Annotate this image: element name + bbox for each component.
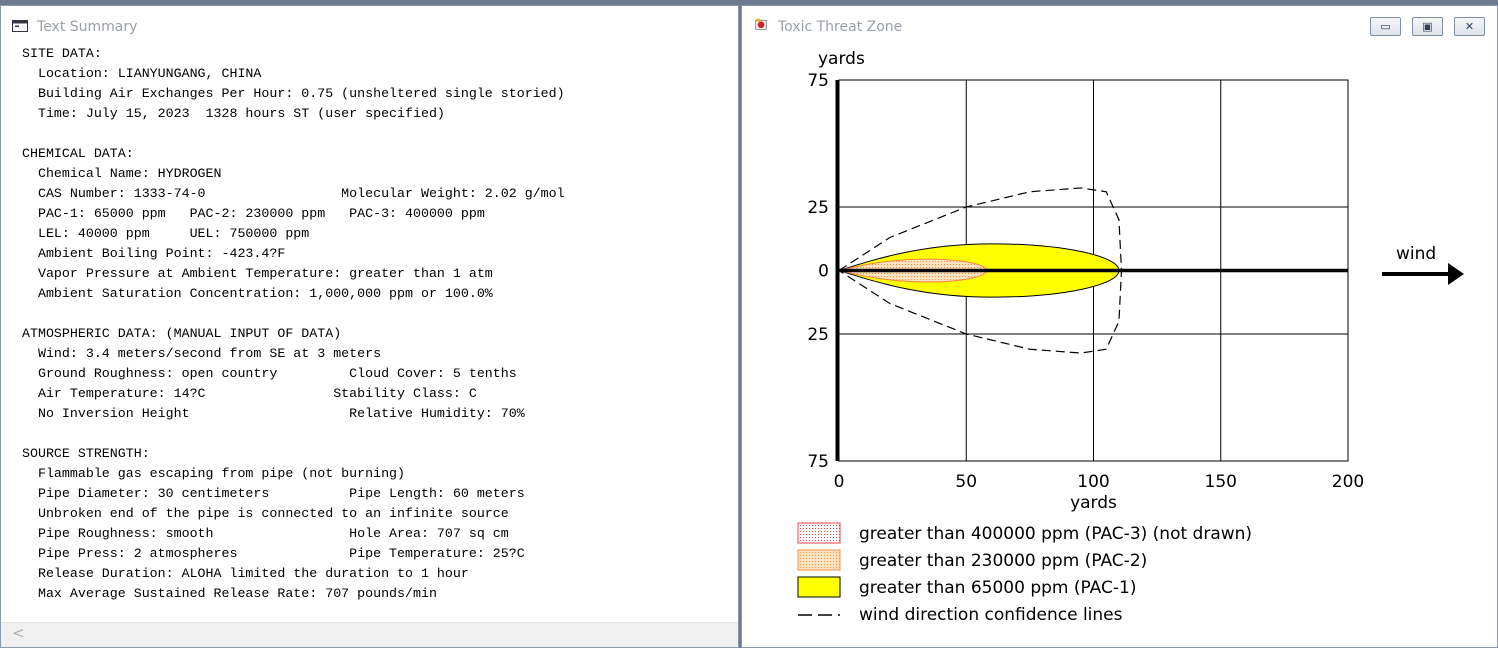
summary-line: Ambient Saturation Concentration: 1,000,… xyxy=(22,286,493,301)
summary-line: Chemical Name: HYDROGEN xyxy=(22,166,222,181)
summary-line: Ambient Boiling Point: -423.4?F xyxy=(22,246,286,261)
summary-line: Ground Roughness: open country Cloud Cov… xyxy=(22,366,517,381)
summary-line: Release Duration: ALOHA limited the dura… xyxy=(22,566,469,581)
summary-line: SOURCE STRENGTH: xyxy=(22,446,150,461)
close-icon: ✕ xyxy=(1464,20,1475,33)
legend-swatch-pac3 xyxy=(797,522,841,544)
x-tick-label: 100 xyxy=(1077,472,1109,492)
scroll-left-arrow-icon[interactable]: < xyxy=(12,624,25,642)
summary-line: Location: LIANYUNGANG, CHINA xyxy=(22,66,262,81)
wind-arrow-icon xyxy=(1382,263,1464,285)
summary-line: CHEMICAL DATA: xyxy=(22,146,134,161)
y-tick-label: 25 xyxy=(807,325,829,345)
x-tick-label: 50 xyxy=(955,472,977,492)
summary-line: Building Air Exchanges Per Hour: 0.75 (u… xyxy=(22,86,565,101)
x-tick-labels: 0 50 100 150 200 xyxy=(834,472,1365,492)
summary-line: LEL: 40000 ppm UEL: 750000 ppm xyxy=(22,226,310,241)
x-tick-label: 0 xyxy=(834,472,845,492)
threat-zone-titlebar[interactable]: Toxic Threat Zone ▭ ▣ ✕ xyxy=(742,6,1497,42)
summary-line: SITE DATA: xyxy=(22,46,102,61)
text-summary-titlebar[interactable]: Text Summary xyxy=(1,6,738,42)
summary-line: Pipe Press: 2 atmospheres Pipe Temperatu… xyxy=(22,546,525,561)
threat-zone-window[interactable]: Toxic Threat Zone ▭ ▣ ✕ yards yards 0 50 1… xyxy=(741,5,1498,648)
summary-line: Unbroken end of the pipe is connected to… xyxy=(22,506,509,521)
maximize-button[interactable]: ▣ xyxy=(1412,17,1443,36)
minimize-button[interactable]: ▭ xyxy=(1370,17,1401,36)
window-title: Toxic Threat Zone xyxy=(778,19,903,35)
legend-swatch-pac2 xyxy=(797,549,841,571)
summary-line: Flammable gas escaping from pipe (not bu… xyxy=(22,466,406,481)
summary-line: Air Temperature: 14?C Stability Class: C xyxy=(22,386,477,401)
close-button[interactable]: ✕ xyxy=(1454,17,1485,36)
summary-text: SITE DATA: Location: LIANYUNGANG, CHINA … xyxy=(22,44,565,604)
summary-line: No Inversion Height Relative Humidity: 7… xyxy=(22,406,525,421)
x-axis-unit-label: yards xyxy=(1070,493,1117,513)
window-title: Text Summary xyxy=(37,19,138,35)
summary-line: Pipe Diameter: 30 centimeters Pipe Lengt… xyxy=(22,486,525,501)
threat-zone-plot: yards yards 0 50 100 150 200 75 25 0 25 75 wind … xyxy=(797,49,1464,625)
legend: greater than 400000 ppm (PAC-3) (not dra… xyxy=(797,522,1252,625)
legend-label: greater than 230000 ppm (PAC-2) xyxy=(859,551,1147,571)
summary-line: Pipe Roughness: smooth Hole Area: 707 sq… xyxy=(22,526,509,541)
summary-line: Max Average Sustained Release Rate: 707 … xyxy=(22,586,437,601)
legend-swatch-pac1 xyxy=(797,576,841,598)
y-tick-labels: 75 25 0 25 75 xyxy=(807,71,829,472)
text-summary-window[interactable]: Text Summary SITE DATA: Location: LIANYU… xyxy=(0,5,739,648)
app-window-icon xyxy=(12,20,28,32)
x-tick-label: 150 xyxy=(1205,472,1237,492)
legend-label: wind direction confidence lines xyxy=(859,605,1123,625)
maximize-icon: ▣ xyxy=(1422,20,1433,33)
y-tick-label: 0 xyxy=(818,262,829,282)
summary-line: PAC-1: 65000 ppm PAC-2: 230000 ppm PAC-3… xyxy=(22,206,485,221)
minimize-icon: ▭ xyxy=(1380,20,1391,33)
y-tick-label: 75 xyxy=(807,71,829,91)
summary-line: Wind: 3.4 meters/second from SE at 3 met… xyxy=(22,346,382,361)
aloha-icon xyxy=(755,18,767,30)
y-tick-label: 75 xyxy=(807,452,829,472)
legend-label: greater than 400000 ppm (PAC-3) (not dra… xyxy=(859,524,1252,544)
y-tick-label: 25 xyxy=(807,198,829,218)
summary-line: ATMOSPHERIC DATA: (MANUAL INPUT OF DATA) xyxy=(22,326,342,341)
summary-line: Time: July 15, 2023 1328 hours ST (user … xyxy=(22,106,445,121)
horizontal-scrollbar[interactable]: < xyxy=(1,622,738,647)
y-axis-unit-label: yards xyxy=(818,49,865,69)
summary-line: Vapor Pressure at Ambient Temperature: g… xyxy=(22,266,493,281)
legend-label: greater than 65000 ppm (PAC-1) xyxy=(859,578,1136,598)
x-tick-label: 200 xyxy=(1332,472,1364,492)
wind-label: wind xyxy=(1396,244,1436,264)
summary-line: CAS Number: 1333-74-0 Molecular Weight: … xyxy=(22,186,565,201)
